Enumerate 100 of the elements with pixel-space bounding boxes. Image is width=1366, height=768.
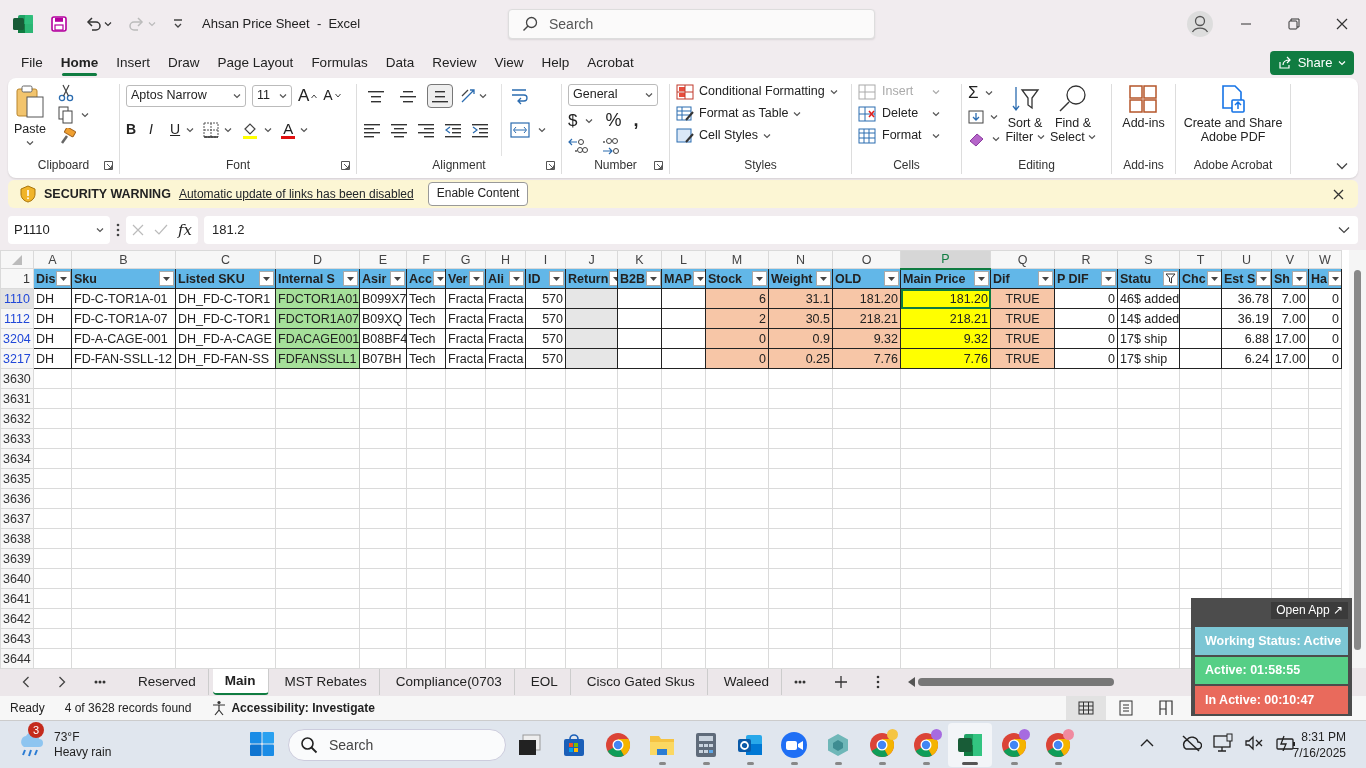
clock[interactable]: 8:31 PM 7/16/2025 [1292, 729, 1346, 762]
column-header[interactable]: H [485, 250, 526, 269]
sheet-tab[interactable]: Waleed [711, 669, 782, 695]
column-header[interactable]: K [617, 250, 662, 269]
sheet-tab[interactable]: Compliance(0703 [383, 669, 515, 695]
dialog-launcher-icon[interactable] [104, 160, 113, 170]
filter-button[interactable] [1328, 271, 1341, 286]
fill-button[interactable] [968, 108, 1000, 125]
close-button[interactable] [1333, 188, 1344, 200]
shrink-font-button[interactable]: A [323, 88, 341, 104]
filter-button[interactable] [1101, 271, 1116, 286]
scroll-left-arrow-icon[interactable] [908, 677, 916, 687]
row-header[interactable]: 1 [0, 268, 34, 289]
add-sheet-button[interactable] [834, 675, 848, 689]
filter-button[interactable] [1163, 271, 1178, 286]
autosum-button[interactable]: Σ [968, 84, 1000, 103]
filter-button[interactable] [692, 271, 705, 286]
column-header[interactable]: S [1117, 250, 1180, 269]
column-header[interactable]: F [406, 250, 446, 269]
row-header[interactable]: 3631 [0, 388, 34, 409]
column-header[interactable]: N [768, 250, 833, 269]
align-left-button[interactable] [363, 121, 381, 139]
dialog-launcher-icon[interactable] [341, 160, 350, 170]
speaker-muted-icon[interactable] [1244, 734, 1264, 752]
row-header[interactable]: 1110 [0, 288, 34, 309]
column-header[interactable]: V [1271, 250, 1309, 269]
style-menu-button[interactable]: Cell Styles [676, 128, 838, 144]
font-color-button[interactable]: A [281, 121, 309, 139]
more-sheets-button[interactable] [94, 680, 106, 684]
filter-button[interactable] [259, 271, 274, 286]
style-menu-button[interactable]: Conditional Formatting [676, 84, 838, 100]
column-header[interactable]: J [565, 250, 618, 269]
filter-button[interactable] [159, 271, 174, 286]
filter-button[interactable] [343, 271, 358, 286]
bottom-align-button[interactable] [427, 84, 453, 108]
row-header[interactable]: 3638 [0, 528, 34, 549]
menu-tab[interactable]: Draw [159, 51, 209, 75]
menu-tab[interactable]: Formulas [302, 51, 377, 75]
merge-center-button[interactable] [510, 121, 546, 139]
orientation-button[interactable] [459, 87, 487, 105]
filter-button[interactable] [56, 271, 71, 286]
row-header[interactable]: 3630 [0, 368, 34, 389]
sheet-tab[interactable]: MST Rebates [272, 669, 380, 695]
filter-button[interactable] [752, 271, 767, 286]
filter-button[interactable] [432, 271, 445, 286]
cloud-off-icon[interactable] [1180, 734, 1202, 753]
chevron-up-icon[interactable] [1140, 738, 1154, 748]
row-header[interactable]: 3204 [0, 328, 34, 349]
wrap-text-button[interactable] [510, 86, 530, 106]
increase-indent-button[interactable] [471, 121, 489, 139]
sort-filter-button[interactable]: Sort & Filter [1004, 84, 1046, 156]
filter-button[interactable] [974, 271, 989, 287]
add-ins-button[interactable]: Add-ins [1122, 84, 1165, 156]
menu-tab[interactable]: File [12, 51, 52, 75]
filter-button[interactable] [1256, 271, 1271, 286]
row-header[interactable]: 3641 [0, 588, 34, 609]
menu-tab[interactable]: Acrobat [578, 51, 643, 75]
row-header[interactable]: 3640 [0, 568, 34, 589]
search-field[interactable]: Search [508, 9, 875, 39]
find-select-button[interactable]: Find & Select [1050, 84, 1096, 156]
account-avatar-icon[interactable] [1186, 10, 1214, 38]
menu-tab[interactable]: Insert [107, 51, 160, 75]
column-header[interactable]: R [1054, 250, 1118, 269]
column-header[interactable]: Q [990, 250, 1055, 269]
row-header[interactable]: 3636 [0, 488, 34, 509]
more-sheets-button[interactable] [794, 680, 806, 684]
align-right-button[interactable] [417, 121, 435, 139]
filter-button[interactable] [1206, 271, 1221, 286]
filter-button[interactable] [1038, 271, 1053, 286]
create-pdf-button[interactable]: Create and Share Adobe PDF [1182, 84, 1284, 156]
menu-tab[interactable]: Home [51, 51, 108, 75]
share-button[interactable]: Share [1270, 51, 1354, 75]
column-header[interactable]: B [71, 250, 176, 269]
filter-button[interactable] [549, 271, 564, 286]
row-header[interactable]: 3637 [0, 508, 34, 529]
menu-tab[interactable]: Review [423, 51, 486, 75]
customize-toolbar-button[interactable] [172, 18, 184, 30]
sheet-tab[interactable]: Reserved [126, 669, 209, 695]
save-button[interactable] [50, 15, 68, 33]
row-header[interactable]: 3644 [0, 648, 34, 669]
borders-button[interactable] [203, 122, 233, 138]
start-button[interactable] [248, 730, 276, 758]
vertical-scrollbar[interactable] [1349, 250, 1366, 668]
expand-formula-icon[interactable] [1338, 226, 1350, 234]
column-header[interactable]: A [33, 250, 72, 269]
fill-color-button[interactable] [241, 121, 273, 139]
collapse-ribbon-button[interactable] [1336, 162, 1348, 170]
bold-button[interactable]: B [126, 122, 140, 138]
sheet-tab[interactable]: EOL [518, 669, 571, 695]
row-header[interactable]: 3639 [0, 548, 34, 569]
underline-button[interactable]: U [170, 122, 195, 138]
column-header[interactable]: I [525, 250, 566, 269]
undo-button[interactable] [84, 15, 112, 33]
menu-tab[interactable]: Help [532, 51, 579, 75]
row-header[interactable]: 3642 [0, 608, 34, 629]
row-header[interactable]: 3217 [0, 348, 34, 369]
filter-button[interactable] [816, 271, 831, 286]
open-app-button[interactable]: Open App ↗ [1271, 602, 1348, 620]
style-menu-button[interactable]: Format as Table [676, 106, 838, 122]
next-sheet-button[interactable] [58, 676, 66, 688]
